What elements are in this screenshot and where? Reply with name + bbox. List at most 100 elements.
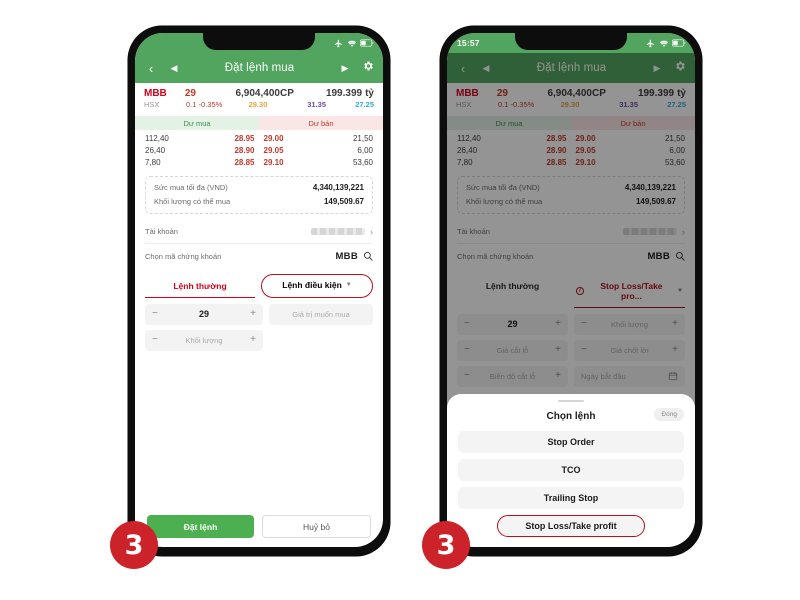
quote-floor: 27.25 <box>355 100 374 109</box>
airplane-icon <box>334 39 342 47</box>
phone1-action-bar: Đặt lệnh Huỷ bỏ <box>135 515 383 538</box>
quantity-placeholder: Khối lượng <box>185 335 223 345</box>
triangle-left-icon[interactable]: ◀ <box>167 63 181 73</box>
depth-buy-price: 28.95 <box>234 133 255 143</box>
account-number-redacted <box>311 228 365 236</box>
price-plus-button[interactable]: + <box>250 309 256 319</box>
sheet-option-stop-loss-take-profit[interactable]: Stop Loss/Take profit <box>497 515 645 537</box>
sheet-option-stop-order[interactable]: Stop Order <box>458 431 684 453</box>
status-time: 15:57 <box>457 38 480 48</box>
quote-change-pct: -0.35% <box>198 100 223 109</box>
tab-conditional-order[interactable]: Lệnh điều kiện ▼ <box>261 273 373 298</box>
price-value: 29 <box>198 309 209 320</box>
step-badge-right: 3 <box>422 521 470 569</box>
screenshot-stage: ‹ ◀ Đặt lệnh mua ▶ MBB 29 6,904,400 CP 1… <box>0 0 800 600</box>
depth-table-rows: 112,40 28.95 29.00 21,50 26,40 28.90 29.… <box>135 130 383 173</box>
quote-ceiling: 31.35 <box>307 100 326 109</box>
status-icons <box>334 39 374 48</box>
nav-left-controls: ‹ ◀ <box>144 62 181 75</box>
depth-header-buy: Dư mua <box>135 116 259 130</box>
sheet-option-trailing-stop[interactable]: Trailing Stop <box>458 487 684 509</box>
symbol-row[interactable]: Chọn mã chứng khoán MBB <box>145 244 373 268</box>
phone2-notch <box>515 33 627 50</box>
quote-value-unit: tỷ <box>365 88 374 99</box>
max-qty-row: Khối lượng có thể mua 149,509.67 <box>154 195 364 209</box>
table-row: 7,80 28.85 29.10 53,60 <box>145 156 373 168</box>
sheet-grabber[interactable] <box>558 399 584 402</box>
input-row-spacer <box>269 330 373 351</box>
search-icon[interactable] <box>363 251 373 261</box>
phone1-navbar: ‹ ◀ Đặt lệnh mua ▶ <box>135 53 383 83</box>
tab-conditional-order-content: Lệnh điều kiện ▼ <box>264 280 370 290</box>
quote-ref-price: 29.30 <box>248 100 268 109</box>
sheet-option-tco[interactable]: TCO <box>458 459 684 481</box>
cancel-order-button[interactable]: Huỷ bỏ <box>262 515 371 538</box>
airplane-icon <box>646 39 654 47</box>
phone1-screen: ‹ ◀ Đặt lệnh mua ▶ MBB 29 6,904,400 CP 1… <box>135 33 383 547</box>
max-qty-label: Khối lượng có thể mua <box>154 197 231 207</box>
depth-buy-price: 28.85 <box>234 157 255 167</box>
chevron-right-icon: › <box>370 226 373 237</box>
page-title: Đặt lệnh mua <box>224 62 295 74</box>
buying-power-row: Sức mua tối đa (VND) 4,340,139,221 <box>154 181 364 195</box>
battery-icon <box>360 39 374 47</box>
depth-buy-volume: 26,40 <box>145 145 166 155</box>
chevron-down-icon: ▼ <box>345 281 352 288</box>
price-minus-button[interactable]: − <box>152 309 158 319</box>
nav-right-controls: ▶ <box>338 59 374 77</box>
sheet-close-button[interactable]: Đóng <box>654 408 684 421</box>
triangle-right-icon[interactable]: ▶ <box>338 63 352 73</box>
quote-exchange: HSX <box>144 100 160 109</box>
phone1-notch <box>203 33 315 50</box>
phone-mockup-left: ‹ ◀ Đặt lệnh mua ▶ MBB 29 6,904,400 CP 1… <box>128 26 390 556</box>
quantity-minus-button[interactable]: − <box>152 335 158 345</box>
depth-buy-price: 28.90 <box>234 145 255 155</box>
submit-order-button[interactable]: Đặt lệnh <box>147 515 254 538</box>
depth-table-header: Dư mua Dư bán <box>135 116 383 130</box>
quantity-stepper[interactable]: − Khối lượng + <box>145 329 263 351</box>
phone2-screen: 15:57 ‹ ◀ Đặt lệnh mua ▶ MBB 29 6,904,40… <box>447 33 695 547</box>
depth-sell-volume: 21,50 <box>352 133 373 143</box>
status-icons <box>646 39 686 48</box>
depth-header-sell: Dư bán <box>259 116 383 130</box>
quote-symbol: MBB <box>144 88 167 99</box>
symbol-label: Chọn mã chứng khoán <box>145 251 222 261</box>
battery-icon <box>672 39 686 47</box>
symbol-value: MBB <box>335 250 358 262</box>
step-badge-left: 3 <box>110 521 158 569</box>
chevron-left-icon[interactable]: ‹ <box>144 62 158 75</box>
order-value-input[interactable]: Giá trị muốn mua <box>269 303 373 325</box>
max-qty-value: 149,509.67 <box>323 197 364 207</box>
depth-sell-price: 29.10 <box>263 157 284 167</box>
quote-volume-unit: CP <box>279 88 294 99</box>
depth-buy-volume: 7,80 <box>145 157 161 167</box>
quote-change: 0.1 -0.35% <box>186 100 238 109</box>
gear-icon[interactable] <box>362 59 374 77</box>
depth-buy-volume: 112,40 <box>145 133 169 143</box>
order-type-tabs-phone1: Lệnh thường Lệnh điều kiện ▼ <box>145 273 373 298</box>
depth-sell-price: 29.05 <box>263 145 284 155</box>
quote-volume: 6,904,400 <box>235 88 280 99</box>
quote-primary-row: MBB 29 6,904,400 CP 199.399 tỷ <box>144 88 374 99</box>
sheet-header: Chọn lệnh Đóng <box>458 407 684 425</box>
buying-power-card: Sức mua tối đa (VND) 4,340,139,221 Khối … <box>145 175 373 214</box>
quote-change-abs: 0.1 <box>186 100 197 109</box>
depth-sell-volume: 53,60 <box>352 157 373 167</box>
phone-mockup-right: 15:57 ‹ ◀ Đặt lệnh mua ▶ MBB 29 6,904,40… <box>440 26 702 556</box>
order-type-bottom-sheet: Chọn lệnh Đóng Stop Order TCO Trailing S… <box>447 393 695 547</box>
depth-sell-volume: 6,00 <box>357 145 373 155</box>
quantity-plus-button[interactable]: + <box>250 335 256 345</box>
phone1-quote-header: MBB 29 6,904,400 CP 199.399 tỷ HSX 0.1 -… <box>135 83 383 112</box>
wifi-icon <box>347 40 356 47</box>
depth-sell-price: 29.00 <box>263 133 284 143</box>
table-row: 112,40 28.95 29.00 21,50 <box>145 132 373 144</box>
tab-normal-order[interactable]: Lệnh thường <box>145 274 255 298</box>
account-row[interactable]: Tài khoản › <box>145 220 373 244</box>
tab-conditional-order-label: Lệnh điều kiện <box>282 279 342 290</box>
quote-value: 199.399 <box>325 88 363 99</box>
quote-price: 29 <box>184 88 196 99</box>
account-value-group: › <box>311 227 373 237</box>
input-row-price: − 29 + Giá trị muốn mua <box>145 303 373 325</box>
price-stepper[interactable]: − 29 + <box>145 303 263 325</box>
buying-power-value: 4,340,139,221 <box>312 183 364 193</box>
